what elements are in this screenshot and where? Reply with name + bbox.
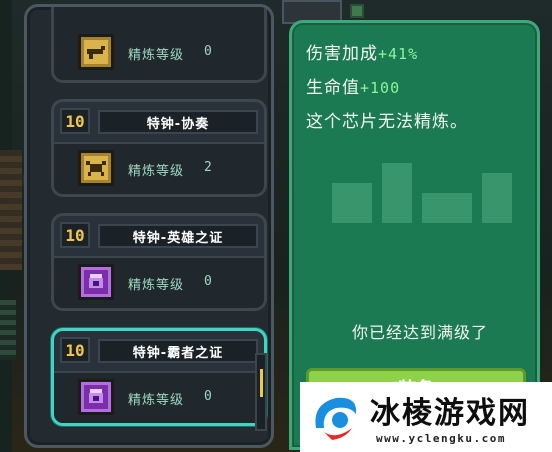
chip-name: 特钟-霸者之证 xyxy=(98,339,258,363)
refine-level-label: 精炼等级 xyxy=(128,48,185,63)
refine-note: 这个芯片无法精炼。 xyxy=(306,112,468,132)
chip-card-gun[interactable]: 精炼等级 0 xyxy=(51,7,267,83)
refine-level-value: 2 xyxy=(204,160,212,175)
hp-bonus-line: 生命值+100 xyxy=(306,73,400,98)
background-wall-decoration xyxy=(0,150,22,270)
purple-armor-chip-icon xyxy=(78,379,114,415)
background-machine-silhouette xyxy=(332,163,512,223)
gold-gun-chip-icon xyxy=(78,34,114,70)
chip-list-panel[interactable]: 精炼等级 0 10 特钟-协奏 精炼等级 2 10 特钟-英雄之证 精炼等级 0… xyxy=(24,4,274,448)
watermark-title: 冰棱游戏网 xyxy=(370,396,530,431)
refine-level-label: 精炼等级 xyxy=(128,278,185,293)
scrollbar-thumb[interactable] xyxy=(260,369,263,397)
refine-level-label: 精炼等级 xyxy=(128,164,185,179)
hp-bonus-label: 生命值 xyxy=(306,78,360,98)
hp-bonus-value: +100 xyxy=(360,79,401,97)
site-watermark: 冰棱游戏网 www.yclengku.com xyxy=(300,382,552,452)
max-level-message: 你已经达到满级了 xyxy=(351,323,488,342)
site-logo-icon xyxy=(315,397,357,440)
chip-card-hero-proof[interactable]: 10 特钟-英雄之证 精炼等级 0 xyxy=(51,213,267,311)
chip-card-overlord-proof[interactable]: 10 特钟-霸者之证 精炼等级 0 xyxy=(51,328,267,426)
list-scrollbar[interactable] xyxy=(255,353,267,431)
damage-bonus-label: 伤害加成 xyxy=(306,44,378,64)
chip-name: 特钟-英雄之证 xyxy=(98,224,258,248)
chip-card-concerto[interactable]: 10 特钟-协奏 精炼等级 2 xyxy=(51,99,267,197)
chip-level-badge: 10 xyxy=(60,222,90,248)
chip-name: 特钟-协奏 xyxy=(98,110,258,134)
chip-level-badge: 10 xyxy=(60,337,90,363)
refine-level-value: 0 xyxy=(204,274,212,289)
damage-bonus-value: +41% xyxy=(378,45,419,63)
refine-level-label: 精炼等级 xyxy=(128,393,185,408)
purple-armor-chip-icon xyxy=(78,264,114,300)
chip-level-badge: 10 xyxy=(60,108,90,134)
background-block xyxy=(350,4,364,18)
damage-bonus-line: 伤害加成+41% xyxy=(306,39,418,64)
refine-level-value: 0 xyxy=(204,44,212,59)
background-plant-decoration xyxy=(0,300,16,360)
gold-crab-chip-icon xyxy=(78,150,114,186)
refine-level-value: 0 xyxy=(204,389,212,404)
watermark-url: www.yclengku.com xyxy=(376,432,506,445)
